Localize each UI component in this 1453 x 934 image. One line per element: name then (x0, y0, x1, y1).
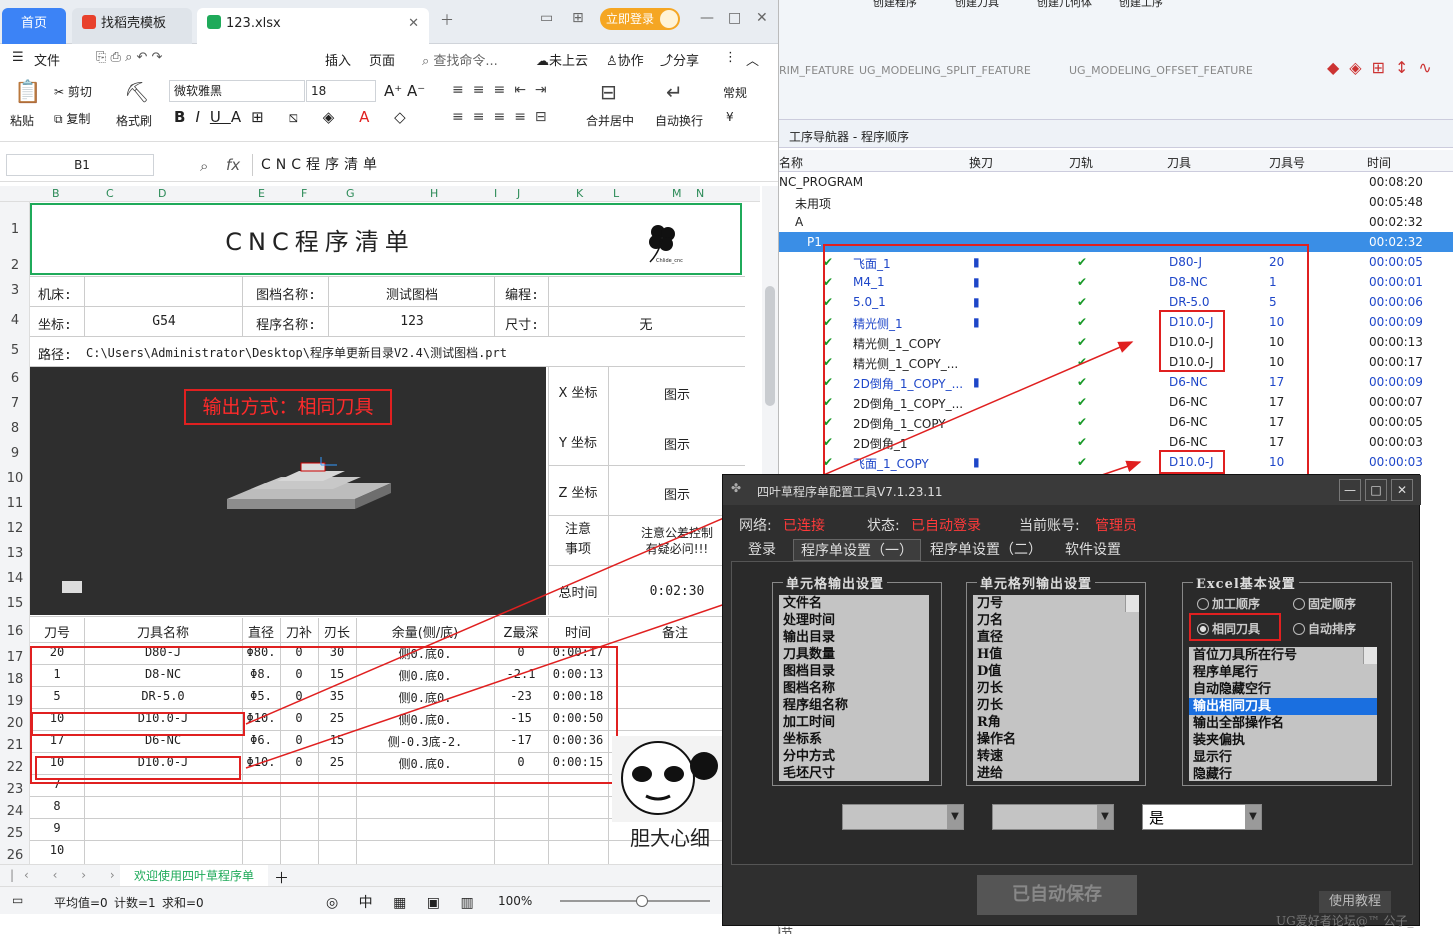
list-item[interactable]: 刀号 (973, 595, 1139, 612)
list-item[interactable]: 刀名 (973, 612, 1139, 629)
list-item[interactable]: 刃长 (973, 680, 1139, 697)
list-item[interactable]: 显示行 (1189, 749, 1377, 766)
list3-scrollbar[interactable] (1363, 647, 1377, 664)
network-status: 已连接 (783, 518, 825, 534)
list-item[interactable]: H值 (973, 646, 1139, 663)
state-value: 已自动登录 (911, 518, 981, 534)
list-item[interactable]: 毛坯尺寸 (779, 765, 929, 781)
same-tool-red-outline (1189, 613, 1281, 641)
list-item[interactable]: 刀具数量 (779, 646, 929, 663)
dialog-close-icon[interactable]: ✕ (1391, 479, 1413, 501)
account-label: 当前账号: (1019, 518, 1080, 534)
column-output-title: 单元格列输出设置 (977, 573, 1096, 592)
column-output-list[interactable]: 刀号刀名直径H值D值刃长刃长R角操作名转速进给刀具描述 (973, 595, 1139, 781)
list-item[interactable]: 输出目录 (779, 629, 929, 646)
dialog-maximize-icon[interactable]: □ (1365, 479, 1387, 501)
config-dialog: ✤ 四叶草程序单配置工具V7.1.23.11 — □ ✕ 网络: 已连接 状态:… (722, 474, 1421, 926)
list-item[interactable]: 首位刀具所在行号 (1189, 647, 1377, 664)
list-item[interactable]: 图档目录 (779, 663, 929, 680)
dialog-title: 四叶草程序单配置工具V7.1.23.11 (757, 485, 943, 499)
network-label: 网络: (739, 518, 772, 534)
list-item[interactable]: 图档名称 (779, 680, 929, 697)
list-item[interactable]: 分中方式 (779, 748, 929, 765)
help-button[interactable]: 使用教程 (1319, 891, 1391, 913)
dropdown-3-value: 是 (1149, 809, 1165, 827)
list-item[interactable]: 进给 (973, 765, 1139, 781)
radio-auto-sort-label: 自动排序 (1308, 622, 1357, 636)
list-item[interactable]: 坐标系 (779, 731, 929, 748)
list-item[interactable]: 转速 (973, 748, 1139, 765)
list-item[interactable]: 自动隐藏空行 (1189, 681, 1377, 698)
list2-scrollbar[interactable] (1125, 595, 1139, 612)
list-item[interactable]: 直径 (973, 629, 1139, 646)
cell-output-list[interactable]: 文件名 处理时间 输出目录 刀具数量 图档目录 图档名称 程序组名称 加工时间 坐标系 分中方式毛… (779, 595, 929, 781)
list-item[interactable]: 刃长 (973, 697, 1139, 714)
cell-output-group: 单元格输出设置 文件名 处理时间 输出目录 刀具数量 图档目录 图档名称 程序组名称 加工时间… (772, 573, 942, 786)
list-item[interactable]: 操作名 (973, 731, 1139, 748)
excel-options-list[interactable]: 首位刀具所在行号 程序单尾行 自动隐藏空行 输出相同刀具 输出全部操作名 装夹偏执 显示行隐… (1189, 647, 1377, 781)
tab-login[interactable]: 登录 (737, 539, 787, 561)
list-item[interactable]: R角 (973, 714, 1139, 731)
list-item[interactable]: 装夹偏执 (1189, 732, 1377, 749)
dropdown-3[interactable]: 是 ▼ (1142, 804, 1262, 830)
list-item[interactable]: 文件名 (779, 595, 929, 612)
list-item[interactable]: 程序组名称 (779, 697, 929, 714)
list-item[interactable]: 处理时间 (779, 612, 929, 629)
radio-process-order-label: 加工顺序 (1212, 597, 1261, 611)
dialog-titlebar: ✤ 四叶草程序单配置工具V7.1.23.11 — □ ✕ (723, 475, 1421, 505)
dropdown-2[interactable]: ▼ (992, 804, 1114, 830)
tab-settings-2[interactable]: 程序单设置（二） (927, 539, 1045, 561)
settings-panel: 单元格输出设置 文件名 处理时间 输出目录 刀具数量 图档目录 图档名称 程序组名称 加工时间… (731, 561, 1413, 865)
radio-fixed-order[interactable]: 固定顺序 (1293, 595, 1356, 612)
radio-auto-sort[interactable]: 自动排序 (1293, 620, 1356, 637)
excel-basic-group: Excel基本设置 加工顺序 固定顺序 相同刀具 自动排序 首位刀具所在行号 程序… (1182, 573, 1392, 786)
tab-settings-1[interactable]: 程序单设置（一） (793, 539, 921, 561)
tab-software-settings[interactable]: 软件设置 (1057, 539, 1129, 561)
account-value: 管理员 (1095, 518, 1137, 534)
dropdown-1[interactable]: ▼ (842, 804, 964, 830)
cell-output-title: 单元格输出设置 (783, 573, 888, 592)
list-item[interactable]: 程序单尾行 (1189, 664, 1377, 681)
list-item[interactable]: 隐藏行 (1189, 766, 1377, 781)
column-output-group: 单元格列输出设置 刀号刀名直径H值D值刃长刃长R角操作名转速进给刀具描述 (966, 573, 1146, 786)
list-item[interactable]: 加工时间 (779, 714, 929, 731)
watermark: UG爱好者论坛@™ 公子_ (1276, 914, 1414, 928)
list-item[interactable]: D值 (973, 663, 1139, 680)
excel-basic-title: Excel基本设置 (1193, 573, 1299, 592)
save-button[interactable]: 已自动保存 (977, 875, 1137, 915)
list-item[interactable]: 输出全部操作名 (1189, 715, 1377, 732)
radio-process-order[interactable]: 加工顺序 (1197, 595, 1260, 612)
radio-fixed-order-label: 固定顺序 (1308, 597, 1357, 611)
dialog-minimize-icon[interactable]: — (1339, 479, 1361, 501)
state-label: 状态: (867, 518, 900, 534)
clover-icon: ✤ (731, 481, 742, 495)
list-item[interactable]: 输出相同刀具 (1189, 698, 1377, 715)
